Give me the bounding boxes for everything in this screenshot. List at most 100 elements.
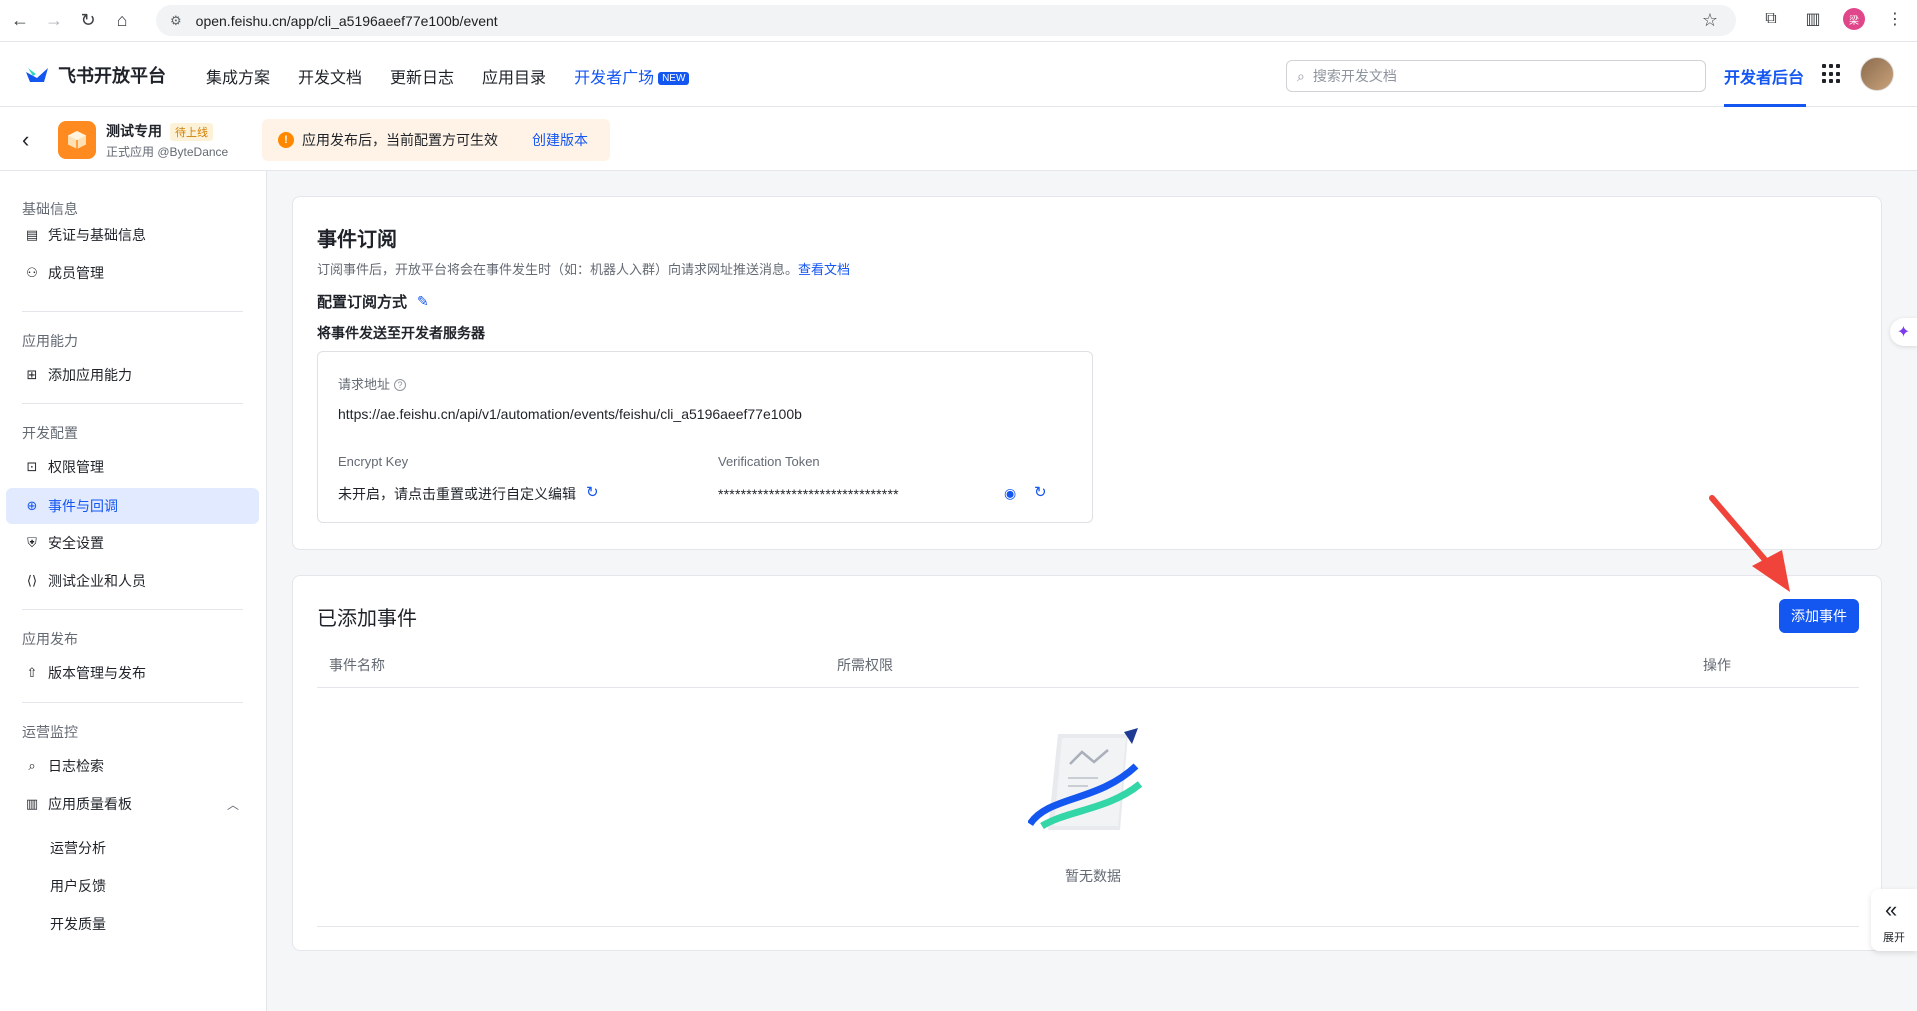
sidebar-item-credentials[interactable]: ▤ 凭证与基础信息	[6, 217, 259, 253]
nav-item-solutions[interactable]: 集成方案	[206, 64, 270, 88]
sidebar-item-log-search[interactable]: ⌕ 日志检索	[6, 748, 259, 784]
request-url-label-text: 请求地址	[338, 377, 391, 392]
nav-item-developer-square[interactable]: 开发者广场 NEW	[574, 64, 690, 88]
sidebar-item-label: 安全设置	[48, 535, 104, 551]
sidebar-item-versions[interactable]: ⇧ 版本管理与发布	[6, 655, 259, 691]
brand-name: 飞书开放平台	[58, 66, 166, 86]
sidebar-item-label: 测试企业和人员	[48, 573, 146, 589]
sidebar-divider	[22, 702, 243, 703]
new-badge: NEW	[658, 72, 690, 85]
home-icon[interactable]: ⌂	[108, 7, 136, 35]
request-url-value: https://ae.feishu.cn/api/v1/automation/e…	[338, 406, 802, 422]
double-chevron-left-icon: «	[1885, 897, 1898, 922]
developer-console-link[interactable]: 开发者后台	[1724, 64, 1804, 88]
sidebar-divider	[22, 311, 243, 312]
create-version-link[interactable]: 创建版本	[532, 130, 588, 150]
back-arrow-icon[interactable]: ‹	[22, 127, 29, 153]
view-docs-link[interactable]: 查看文档	[798, 262, 850, 277]
shield-icon: ⛨	[27, 535, 37, 550]
sidebar-subitem-feedback[interactable]: 用户反馈	[50, 876, 106, 896]
event-subscription-title: 事件订阅	[317, 229, 397, 251]
add-event-button[interactable]: 添加事件	[1779, 599, 1859, 633]
user-avatar[interactable]	[1860, 57, 1894, 91]
col-permissions: 所需权限	[837, 657, 893, 673]
empty-text: 暂无数据	[1065, 868, 1121, 884]
sidebar-item-label: 权限管理	[48, 459, 104, 475]
verification-token-label: Verification Token	[718, 454, 820, 469]
sidebar-item-quality-board[interactable]: ▥ 应用质量看板 ︿	[6, 786, 259, 822]
grid-plus-icon: ⊞	[26, 367, 38, 382]
sidebar-item-label: 日志检索	[48, 758, 104, 774]
sidebar-item-label: 凭证与基础信息	[48, 227, 146, 243]
lock-icon: ⊡	[26, 459, 38, 474]
sidebar-item-members[interactable]: ⚇ 成员管理	[6, 255, 259, 291]
search-placeholder: 搜索开发文档	[1312, 68, 1397, 84]
col-event-name: 事件名称	[329, 657, 385, 673]
address-bar[interactable]: ⚙ open.feishu.cn/app/cli_a5196aeef77e100…	[156, 5, 1736, 36]
event-subscription-card: 事件订阅 订阅事件后，开放平台将会在事件发生时（如：机器人入群）向请求网址推送消…	[292, 196, 1882, 550]
reset-encrypt-icon[interactable]: ↻	[586, 483, 599, 501]
sidebar-subitem-ops-analysis[interactable]: 运营分析	[50, 838, 106, 858]
sidebar-divider	[22, 403, 243, 404]
help-icon[interactable]: ?	[394, 379, 407, 391]
nav-item-developer-square-label: 开发者广场	[574, 70, 655, 87]
sidebar-group-ops: 运营监控	[22, 724, 78, 740]
extensions-icon[interactable]: ⧉	[1759, 7, 1783, 31]
sidebar-item-test-enterprise[interactable]: ⟨⟩ 测试企业和人员	[6, 563, 259, 599]
sidebar-item-security[interactable]: ⛨ 安全设置	[6, 525, 259, 561]
publish-notice: ! 应用发布后，当前配置方可生效 创建版本	[262, 119, 610, 161]
sidebar-item-label: 事件与回调	[48, 498, 118, 514]
sidebar-item-add-capability[interactable]: ⊞ 添加应用能力	[6, 357, 259, 393]
browser-menu-icon[interactable]: ⋮	[1883, 7, 1907, 31]
back-icon[interactable]: ←	[6, 7, 34, 35]
sidebar-group-dev-config: 开发配置	[22, 425, 78, 441]
reload-icon[interactable]: ↻	[74, 7, 102, 35]
top-nav: 集成方案 开发文档 更新日志 应用目录 开发者广场 NEW	[206, 64, 690, 88]
send-method: 将事件发送至开发者服务器	[317, 325, 485, 341]
desc-text: 订阅事件后，开放平台将会在事件发生时（如：机器人入群）向请求网址推送消息。	[317, 262, 799, 277]
config-method-title: 配置订阅方式 ✎	[317, 291, 429, 312]
warning-icon: !	[278, 132, 294, 148]
app-subtitle: 正式应用 @ByteDance	[106, 145, 229, 159]
events-table-header: 事件名称 所需权限 操作	[317, 640, 1859, 688]
site-header: 飞书开放平台 集成方案 开发文档 更新日志 应用目录 开发者广场 NEW ⌕ 搜索…	[0, 42, 1917, 107]
edit-icon[interactable]: ✎	[417, 293, 429, 310]
notice-text: 应用发布后，当前配置方可生效	[302, 132, 498, 148]
sidebar-item-label: 版本管理与发布	[48, 665, 146, 681]
bookmark-star-icon[interactable]: ☆	[1702, 10, 1718, 31]
forward-icon[interactable]: →	[40, 7, 68, 35]
nav-item-changelog[interactable]: 更新日志	[390, 64, 454, 88]
apps-grid-icon[interactable]	[1822, 64, 1842, 84]
url-text[interactable]: open.feishu.cn/app/cli_a5196aeef77e100b/…	[196, 13, 498, 29]
sidebar-subitem-dev-quality[interactable]: 开发质量	[50, 914, 106, 934]
feishu-logo-icon	[26, 68, 48, 82]
col-actions: 操作	[1703, 657, 1731, 673]
verification-token-value: ********************************	[718, 486, 899, 502]
ai-assistant-sparkle-icon[interactable]: ✦	[1890, 318, 1917, 346]
reset-token-icon[interactable]: ↻	[1034, 483, 1047, 501]
sidebar-divider	[22, 609, 243, 610]
event-icon: ⊕	[26, 498, 38, 513]
upload-icon: ⇧	[26, 665, 38, 680]
doc-search-input[interactable]: ⌕ 搜索开发文档	[1286, 60, 1706, 92]
site-settings-icon[interactable]: ⚙	[170, 13, 182, 29]
table-bottom-border	[317, 926, 1859, 927]
eye-icon[interactable]: ◉	[1004, 485, 1016, 502]
sidebar-item-events[interactable]: ⊕ 事件与回调	[6, 488, 259, 524]
nav-item-app-directory[interactable]: 应用目录	[482, 64, 546, 88]
encrypt-key-label: Encrypt Key	[338, 454, 409, 469]
sidebar-item-label: 添加应用能力	[48, 367, 132, 383]
config-title-text: 配置订阅方式	[317, 294, 408, 311]
event-subscription-desc: 订阅事件后，开放平台将会在事件发生时（如：机器人入群）向请求网址推送消息。查看文…	[317, 259, 850, 278]
brand[interactable]: 飞书开放平台	[24, 62, 166, 88]
sidebar-item-label: 成员管理	[48, 265, 104, 281]
nav-item-docs[interactable]: 开发文档	[298, 64, 362, 88]
chevron-up-icon[interactable]: ︿	[227, 796, 239, 813]
profile-avatar[interactable]: 梁	[1843, 8, 1865, 30]
expand-panel-button[interactable]: « 展开	[1871, 889, 1917, 951]
sidebar-item-permissions[interactable]: ⊡ 权限管理	[6, 449, 259, 485]
log-search-icon: ⌕	[28, 758, 36, 773]
sidebar-group-basic: 基础信息	[22, 201, 78, 217]
added-events-title: 已添加事件	[317, 608, 417, 630]
side-panel-icon[interactable]: ▥	[1801, 7, 1825, 31]
